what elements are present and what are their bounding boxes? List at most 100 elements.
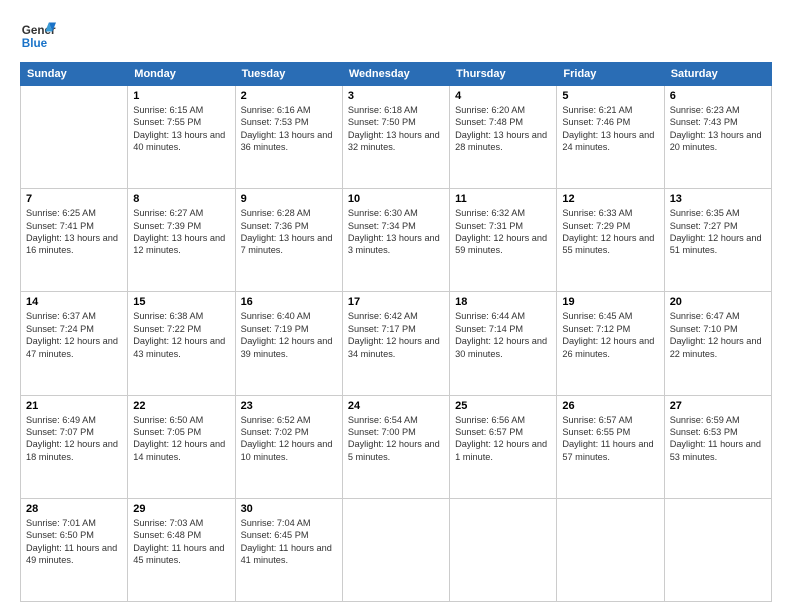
day-info: Sunrise: 6:15 AMSunset: 7:55 PMDaylight:… [133, 104, 229, 154]
day-number: 2 [241, 90, 337, 102]
calendar-cell: 3 Sunrise: 6:18 AMSunset: 7:50 PMDaylight… [342, 86, 449, 189]
day-info: Sunrise: 6:20 AMSunset: 7:48 PMDaylight:… [455, 104, 551, 154]
calendar-cell: 12 Sunrise: 6:33 AMSunset: 7:29 PMDayligh… [557, 189, 664, 292]
calendar-cell [557, 498, 664, 601]
weekday-header: Sunday [21, 63, 128, 86]
day-info: Sunrise: 6:49 AMSunset: 7:07 PMDaylight:… [26, 414, 122, 464]
day-number: 15 [133, 296, 229, 308]
header: General Blue [20, 18, 772, 54]
day-number: 23 [241, 400, 337, 412]
calendar-cell: 23Sunrise: 6:52 AMSunset: 7:02 PMDayligh… [235, 395, 342, 498]
day-number: 20 [670, 296, 766, 308]
logo: General Blue [20, 18, 56, 54]
calendar-cell: 28 Sunrise: 7:01 AMSunset: 6:50 PMDayligh… [21, 498, 128, 601]
day-number: 3 [348, 90, 444, 102]
day-info: Sunrise: 6:42 AMSunset: 7:17 PMDaylight:… [348, 310, 444, 360]
day-info: Sunrise: 7:03 AMSunset: 6:48 PMDaylight:… [133, 517, 229, 567]
day-info: Sunrise: 6:18 AMSunset: 7:50 PMDaylight:… [348, 104, 444, 154]
calendar-cell: 29 Sunrise: 7:03 AMSunset: 6:48 PMDayligh… [128, 498, 235, 601]
day-number: 5 [562, 90, 658, 102]
calendar-cell: 22 Sunrise: 6:50 AMSunset: 7:05 PMDayligh… [128, 395, 235, 498]
weekday-header: Saturday [664, 63, 771, 86]
calendar-cell: 25 Sunrise: 6:56 AMSunset: 6:57 PMDayligh… [450, 395, 557, 498]
calendar-cell: 14 Sunrise: 6:37 AMSunset: 7:24 PMDayligh… [21, 292, 128, 395]
day-number: 27 [670, 400, 766, 412]
calendar-cell: 21 Sunrise: 6:49 AMSunset: 7:07 PMDayligh… [21, 395, 128, 498]
day-info: Sunrise: 6:37 AMSunset: 7:24 PMDaylight:… [26, 310, 122, 360]
day-info: Sunrise: 7:01 AMSunset: 6:50 PMDaylight:… [26, 517, 122, 567]
calendar-cell: 11 Sunrise: 6:32 AMSunset: 7:31 PMDayligh… [450, 189, 557, 292]
day-number: 30 [241, 503, 337, 515]
day-info: Sunrise: 6:47 AMSunset: 7:10 PMDaylight:… [670, 310, 766, 360]
day-info: Sunrise: 6:44 AMSunset: 7:14 PMDaylight:… [455, 310, 551, 360]
calendar-table: SundayMondayTuesdayWednesdayThursdayFrid… [20, 62, 772, 602]
calendar-cell [664, 498, 771, 601]
day-number: 12 [562, 193, 658, 205]
day-number: 17 [348, 296, 444, 308]
calendar-cell: 19 Sunrise: 6:45 AMSunset: 7:12 PMDayligh… [557, 292, 664, 395]
day-number: 10 [348, 193, 444, 205]
calendar-cell: 30 Sunrise: 7:04 AMSunset: 6:45 PMDayligh… [235, 498, 342, 601]
calendar-week-row: 7Sunrise: 6:25 AMSunset: 7:41 PMDaylight… [21, 189, 772, 292]
day-info: Sunrise: 6:21 AMSunset: 7:46 PMDaylight:… [562, 104, 658, 154]
day-info: Sunrise: 6:38 AMSunset: 7:22 PMDaylight:… [133, 310, 229, 360]
calendar-cell: 8 Sunrise: 6:27 AMSunset: 7:39 PMDaylight… [128, 189, 235, 292]
day-number: 29 [133, 503, 229, 515]
calendar-cell: 13Sunrise: 6:35 AMSunset: 7:27 PMDayligh… [664, 189, 771, 292]
calendar-cell [21, 86, 128, 189]
day-info: Sunrise: 6:45 AMSunset: 7:12 PMDaylight:… [562, 310, 658, 360]
calendar-cell: 26Sunrise: 6:57 AMSunset: 6:55 PMDayligh… [557, 395, 664, 498]
day-info: Sunrise: 6:30 AMSunset: 7:34 PMDaylight:… [348, 207, 444, 257]
calendar-cell: 1 Sunrise: 6:15 AMSunset: 7:55 PMDaylight… [128, 86, 235, 189]
day-info: Sunrise: 6:27 AMSunset: 7:39 PMDaylight:… [133, 207, 229, 257]
day-number: 28 [26, 503, 122, 515]
calendar-week-row: 28 Sunrise: 7:01 AMSunset: 6:50 PMDayligh… [21, 498, 772, 601]
weekday-header: Thursday [450, 63, 557, 86]
calendar-cell: 5 Sunrise: 6:21 AMSunset: 7:46 PMDaylight… [557, 86, 664, 189]
calendar-cell [342, 498, 449, 601]
calendar-week-row: 14 Sunrise: 6:37 AMSunset: 7:24 PMDayligh… [21, 292, 772, 395]
calendar-header-row: SundayMondayTuesdayWednesdayThursdayFrid… [21, 63, 772, 86]
calendar-week-row: 21 Sunrise: 6:49 AMSunset: 7:07 PMDayligh… [21, 395, 772, 498]
day-number: 24 [348, 400, 444, 412]
calendar-cell: 20 Sunrise: 6:47 AMSunset: 7:10 PMDayligh… [664, 292, 771, 395]
weekday-header: Wednesday [342, 63, 449, 86]
day-number: 11 [455, 193, 551, 205]
calendar-cell: 24 Sunrise: 6:54 AMSunset: 7:00 PMDayligh… [342, 395, 449, 498]
day-info: Sunrise: 6:59 AMSunset: 6:53 PMDaylight:… [670, 414, 766, 464]
weekday-header: Tuesday [235, 63, 342, 86]
day-number: 9 [241, 193, 337, 205]
calendar-cell: 9 Sunrise: 6:28 AMSunset: 7:36 PMDaylight… [235, 189, 342, 292]
calendar-cell: 4Sunrise: 6:20 AMSunset: 7:48 PMDaylight… [450, 86, 557, 189]
day-number: 18 [455, 296, 551, 308]
calendar-cell: 7Sunrise: 6:25 AMSunset: 7:41 PMDaylight… [21, 189, 128, 292]
weekday-header: Friday [557, 63, 664, 86]
calendar-week-row: 1 Sunrise: 6:15 AMSunset: 7:55 PMDaylight… [21, 86, 772, 189]
day-number: 14 [26, 296, 122, 308]
day-number: 26 [562, 400, 658, 412]
day-info: Sunrise: 6:32 AMSunset: 7:31 PMDaylight:… [455, 207, 551, 257]
day-info: Sunrise: 6:35 AMSunset: 7:27 PMDaylight:… [670, 207, 766, 257]
day-number: 8 [133, 193, 229, 205]
day-info: Sunrise: 6:16 AMSunset: 7:53 PMDaylight:… [241, 104, 337, 154]
day-info: Sunrise: 6:33 AMSunset: 7:29 PMDaylight:… [562, 207, 658, 257]
day-number: 22 [133, 400, 229, 412]
day-info: Sunrise: 6:23 AMSunset: 7:43 PMDaylight:… [670, 104, 766, 154]
calendar-cell: 6Sunrise: 6:23 AMSunset: 7:43 PMDaylight… [664, 86, 771, 189]
day-info: Sunrise: 7:04 AMSunset: 6:45 PMDaylight:… [241, 517, 337, 567]
day-number: 25 [455, 400, 551, 412]
day-info: Sunrise: 6:40 AMSunset: 7:19 PMDaylight:… [241, 310, 337, 360]
day-info: Sunrise: 6:54 AMSunset: 7:00 PMDaylight:… [348, 414, 444, 464]
day-number: 21 [26, 400, 122, 412]
logo-icon: General Blue [20, 18, 56, 54]
calendar-cell: 15 Sunrise: 6:38 AMSunset: 7:22 PMDayligh… [128, 292, 235, 395]
day-info: Sunrise: 6:50 AMSunset: 7:05 PMDaylight:… [133, 414, 229, 464]
day-number: 1 [133, 90, 229, 102]
day-number: 7 [26, 193, 122, 205]
svg-text:Blue: Blue [22, 37, 48, 50]
day-info: Sunrise: 6:28 AMSunset: 7:36 PMDaylight:… [241, 207, 337, 257]
day-number: 19 [562, 296, 658, 308]
page: General Blue SundayMondayTuesdayWednesda… [0, 0, 792, 612]
calendar-cell: 10 Sunrise: 6:30 AMSunset: 7:34 PMDayligh… [342, 189, 449, 292]
day-info: Sunrise: 6:56 AMSunset: 6:57 PMDaylight:… [455, 414, 551, 464]
